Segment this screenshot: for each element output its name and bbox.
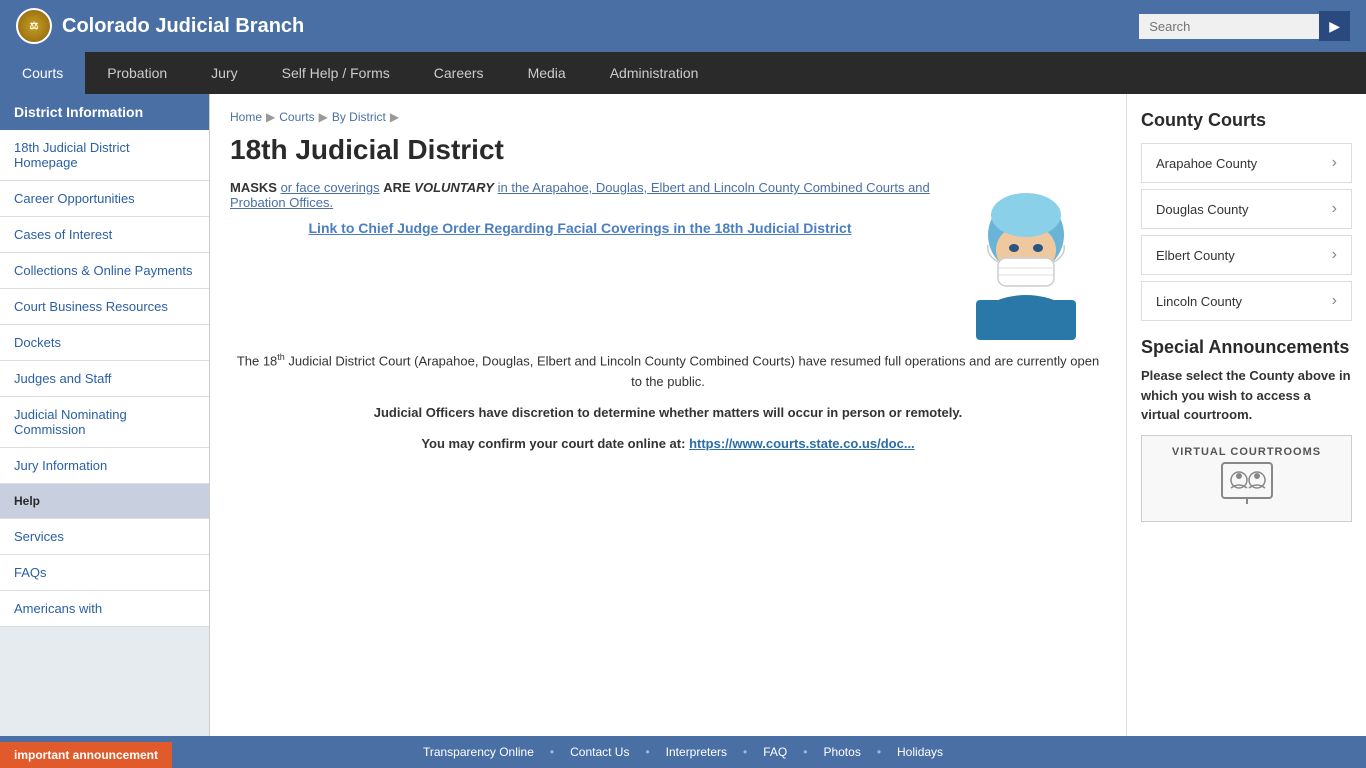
footer-sep2: • — [645, 745, 649, 759]
logo-icon: ⚖ — [16, 8, 52, 44]
virtual-courtrooms-icon — [1217, 458, 1277, 508]
county-courts-title: County Courts — [1141, 110, 1352, 131]
breadcrumb-courts[interactable]: Courts — [279, 110, 314, 124]
footer-transparency[interactable]: Transparency Online — [423, 745, 534, 759]
nav-item-courts[interactable]: Courts — [0, 52, 85, 94]
logo-area: ⚖ Colorado Judicial Branch — [16, 8, 304, 44]
footer-sep1: • — [550, 745, 554, 759]
sidebar-item-homepage[interactable]: 18th Judicial District Homepage — [0, 130, 209, 181]
footer-faq[interactable]: FAQ — [763, 745, 787, 759]
announcement-label: important announcement — [14, 748, 158, 762]
footer: Transparency Online • Contact Us • Inter… — [0, 736, 1366, 768]
para3: You may confirm your court date online a… — [230, 434, 1106, 455]
footer-interpreters[interactable]: Interpreters — [666, 745, 727, 759]
announcement-bar[interactable]: important announcement — [0, 742, 172, 768]
court-date-link[interactable]: https://www.courts.state.co.us/doc... — [689, 436, 915, 451]
footer-sep5: • — [877, 745, 881, 759]
header: ⚖ Colorado Judicial Branch ▶ — [0, 0, 1366, 52]
sidebar-title: District Information — [0, 94, 209, 130]
logo-text: ⚖ — [30, 21, 39, 32]
nav-item-media[interactable]: Media — [506, 52, 588, 94]
main-nav: Courts Probation Jury Self Help / Forms … — [0, 52, 1366, 94]
sidebar-item-court-business[interactable]: Court Business Resources — [0, 289, 209, 325]
sidebar-item-jury[interactable]: Jury Information — [0, 448, 209, 484]
breadcrumb-sep1: ▶ — [266, 110, 275, 124]
sidebar-item-cases[interactable]: Cases of Interest — [0, 217, 209, 253]
nav-item-selfhelp[interactable]: Self Help / Forms — [260, 52, 412, 94]
sidebar-item-judges[interactable]: Judges and Staff — [0, 361, 209, 397]
sidebar-item-career[interactable]: Career Opportunities — [0, 181, 209, 217]
virtual-courtrooms-label: VIRTUAL COURTROOMS — [1152, 446, 1341, 458]
face-coverings-link[interactable]: or face coverings — [281, 180, 380, 195]
county-arapahoe-label: Arapahoe County — [1156, 156, 1257, 171]
virtual-courtrooms-box: VIRTUAL COURTROOMS — [1141, 435, 1352, 522]
county-elbert[interactable]: Elbert County › — [1141, 235, 1352, 275]
breadcrumb: Home ▶ Courts ▶ By District ▶ — [230, 110, 1106, 124]
site-title: Colorado Judicial Branch — [62, 15, 304, 38]
breadcrumb-sep2: ▶ — [319, 110, 328, 124]
sidebar-item-services[interactable]: Services — [0, 519, 209, 555]
chevron-right-icon: › — [1332, 200, 1337, 218]
breadcrumb-home[interactable]: Home — [230, 110, 262, 124]
nav-item-administration[interactable]: Administration — [588, 52, 721, 94]
right-panel: County Courts Arapahoe County › Douglas … — [1126, 94, 1366, 736]
chevron-right-icon: › — [1332, 154, 1337, 172]
footer-photos[interactable]: Photos — [823, 745, 860, 759]
sidebar-item-americans[interactable]: Americans with — [0, 591, 209, 627]
sidebar-item-judicial-nominating[interactable]: Judicial Nominating Commission — [0, 397, 209, 448]
sidebar-item-collections[interactable]: Collections & Online Payments — [0, 253, 209, 289]
breadcrumb-by-district[interactable]: By District — [332, 110, 386, 124]
chevron-right-icon: › — [1332, 246, 1337, 264]
county-lincoln-label: Lincoln County — [1156, 294, 1242, 309]
county-arapahoe[interactable]: Arapahoe County › — [1141, 143, 1352, 183]
breadcrumb-sep3: ▶ — [390, 110, 399, 124]
main-content: Home ▶ Courts ▶ By District ▶ 18th Judic… — [210, 94, 1126, 736]
search-input[interactable] — [1139, 14, 1319, 39]
sidebar: District Information 18th Judicial Distr… — [0, 94, 210, 736]
nav-item-jury[interactable]: Jury — [189, 52, 259, 94]
mask-illustration — [946, 180, 1106, 340]
search-button[interactable]: ▶ — [1319, 11, 1350, 41]
para1: The 18th Judicial District Court (Arapah… — [230, 350, 1106, 393]
nav-item-careers[interactable]: Careers — [412, 52, 506, 94]
para2: Judicial Officers have discretion to det… — [230, 403, 1106, 424]
county-douglas[interactable]: Douglas County › — [1141, 189, 1352, 229]
special-announcements-text: Please select the County above in which … — [1141, 366, 1352, 425]
footer-contact[interactable]: Contact Us — [570, 745, 629, 759]
chevron-right-icon: › — [1332, 292, 1337, 310]
county-lincoln[interactable]: Lincoln County › — [1141, 281, 1352, 321]
footer-sep4: • — [803, 745, 807, 759]
sidebar-item-dockets[interactable]: Dockets — [0, 325, 209, 361]
sidebar-section-help: Help — [0, 484, 209, 519]
footer-sep3: • — [743, 745, 747, 759]
search-area: ▶ — [1139, 11, 1350, 41]
county-elbert-label: Elbert County — [1156, 248, 1235, 263]
footer-holidays[interactable]: Holidays — [897, 745, 943, 759]
page-title: 18th Judicial District — [230, 134, 1106, 166]
nav-item-probation[interactable]: Probation — [85, 52, 189, 94]
special-announcements-title: Special Announcements — [1141, 337, 1352, 358]
sidebar-item-faqs[interactable]: FAQs — [0, 555, 209, 591]
county-douglas-label: Douglas County — [1156, 202, 1249, 217]
main-layout: District Information 18th Judicial Distr… — [0, 94, 1366, 736]
